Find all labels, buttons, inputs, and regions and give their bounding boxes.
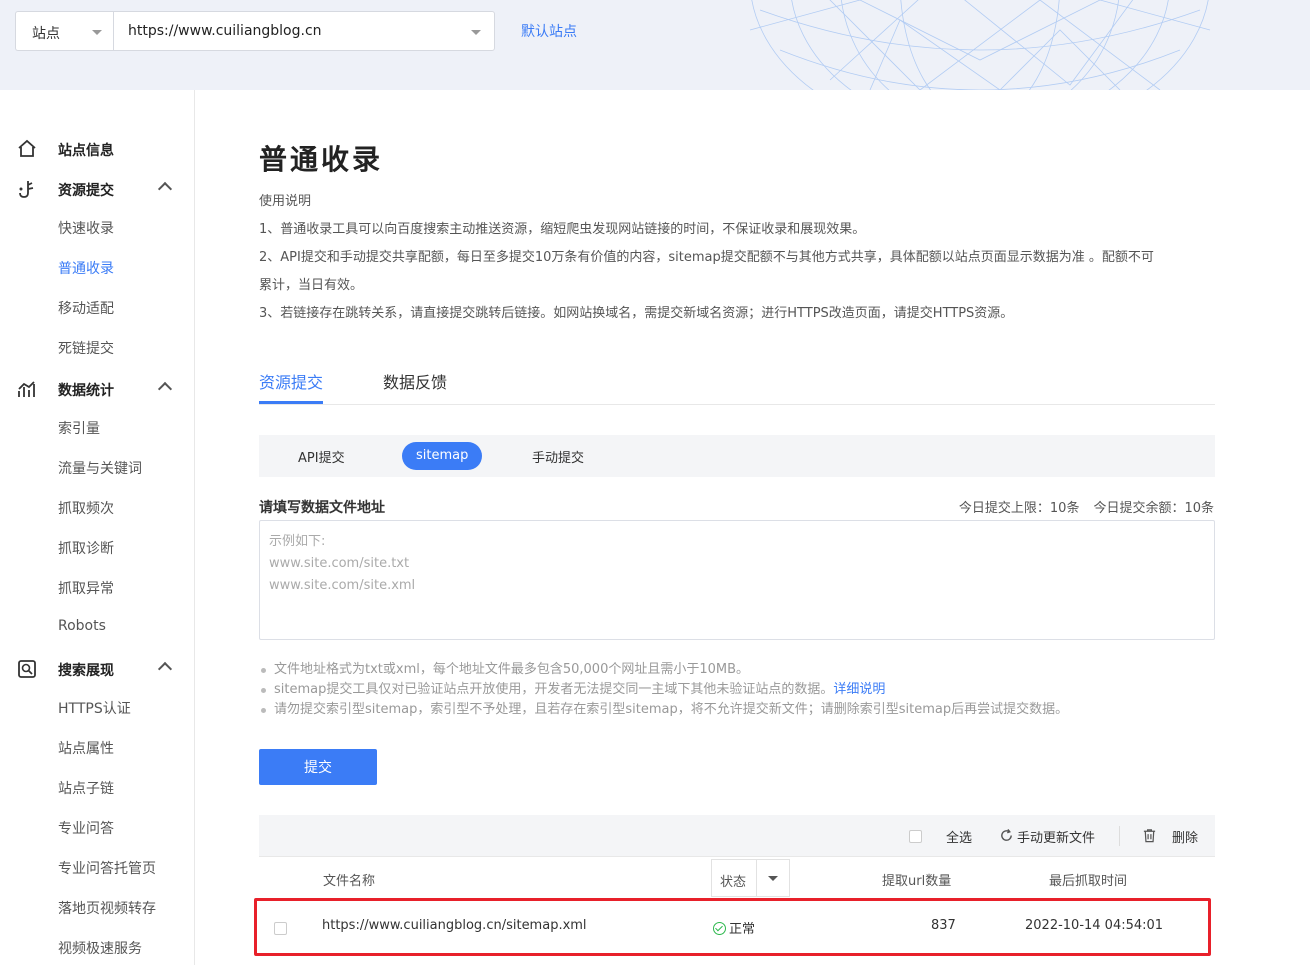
sidebar-item-normal-index[interactable]: 普通收录	[58, 258, 114, 278]
form-label: 请填写数据文件地址	[259, 500, 385, 516]
sidebar-item-landing-video[interactable]: 落地页视频转存	[58, 898, 156, 918]
home-icon	[18, 139, 36, 157]
instruction-line: 2、API提交和手动提交共享配额，每日至多提交10万条有价值的内容，sitema…	[259, 250, 1154, 265]
details-link[interactable]: 详细说明	[833, 682, 885, 697]
filter-divider	[756, 860, 757, 896]
sidebar-group-title: 搜索展现	[58, 663, 114, 679]
chart-icon	[18, 381, 35, 397]
subtab-sitemap[interactable]: sitemap	[402, 442, 483, 470]
row-status: 正常	[713, 918, 755, 937]
tip-text: 文件地址格式为txt或xml，每个地址文件最多包含50,000个网址且需小于10…	[274, 662, 750, 677]
submit-button[interactable]: 提交	[259, 749, 377, 785]
sidebar-group-resource-submit[interactable]: 资源提交	[0, 169, 195, 209]
sidebar-group-title: 数据统计	[58, 383, 114, 399]
tip-text: 请勿提交索引型sitemap，索引型不予处理，且若存在索引型sitemap，将不…	[274, 702, 1069, 717]
sidebar-item-dead-link[interactable]: 死链提交	[58, 338, 114, 358]
main-tabs: 资源提交 数据反馈	[259, 358, 1215, 405]
status-text: 正常	[729, 922, 756, 937]
sidebar-item-crawl-errors[interactable]: 抓取异常	[58, 578, 114, 598]
sidebar-item-crawl-diagnosis[interactable]: 抓取诊断	[58, 538, 114, 558]
instruction-line: 3、若链接存在跳转关系，请直接提交跳转后链接。如网站换域名，需提交新域名资源；进…	[259, 306, 1014, 321]
select-all-checkbox[interactable]	[909, 830, 922, 843]
quota-remaining: 今日提交余额：10条	[1093, 501, 1214, 516]
sidebar-item-https[interactable]: HTTPS认证	[58, 698, 131, 718]
tip-item: sitemap提交工具仅对已验证站点开放使用，开发者无法提交同一主域下其他未验证…	[259, 680, 1068, 700]
sitemap-url-input[interactable]	[259, 520, 1215, 640]
submit-method-tabs: API提交 sitemap 手动提交	[259, 435, 1215, 477]
quota-limit: 今日提交上限：10条	[958, 501, 1080, 516]
refresh-file-button[interactable]: 手动更新文件	[1017, 827, 1095, 846]
site-url-value: https://www.cuiliangblog.cn	[128, 23, 322, 39]
chevron-down-icon	[471, 30, 481, 35]
sidebar-group-site-info[interactable]: 站点信息	[0, 129, 195, 169]
toolbar-divider	[1119, 826, 1120, 846]
sidebar-item-traffic-keywords[interactable]: 流量与关键词	[58, 458, 142, 478]
sidebar-item-mobile-adapt[interactable]: 移动适配	[58, 298, 114, 318]
page-title: 普通收录	[259, 143, 384, 176]
row-checkbox[interactable]	[274, 922, 287, 935]
instruction-line: 累计，当日有效。	[259, 278, 364, 293]
tip-item: 文件地址格式为txt或xml，每个地址文件最多包含50,000个网址且需小于10…	[259, 660, 1068, 680]
delete-button[interactable]: 删除	[1172, 827, 1198, 846]
sidebar-item-pro-qa[interactable]: 专业问答	[58, 818, 114, 838]
tips-list: 文件地址格式为txt或xml，每个地址文件最多包含50,000个网址且需小于10…	[259, 660, 1068, 720]
trash-icon[interactable]	[1142, 828, 1157, 843]
column-url-count: 提取url数量	[882, 874, 952, 889]
subtab-api[interactable]: API提交	[298, 447, 345, 466]
sidebar-item-pro-qa-hosted[interactable]: 专业问答托管页	[58, 858, 156, 878]
sidebar-item-site-sublinks[interactable]: 站点子链	[58, 778, 114, 798]
tab-resource-submit[interactable]: 资源提交	[259, 369, 323, 393]
chevron-up-icon[interactable]	[157, 661, 173, 677]
sidebar-item-robots[interactable]: Robots	[58, 618, 106, 634]
instruction-line: 1、普通收录工具可以向百度搜索主动推送资源，缩短爬虫发现网站链接的时间，不保证收…	[259, 222, 866, 237]
top-bar: 站点 https://www.cuiliangblog.cn 默认站点	[0, 0, 1310, 90]
sidebar-group-statistics[interactable]: 数据统计	[0, 369, 195, 409]
instructions-heading: 使用说明	[259, 194, 312, 209]
status-filter-dropdown[interactable]: 状态	[711, 859, 790, 897]
globe-decoration-icon	[749, 0, 1211, 90]
site-type-select[interactable]: 站点	[15, 11, 113, 51]
sidebar-item-site-attributes[interactable]: 站点属性	[58, 738, 114, 758]
search-display-icon	[18, 660, 36, 678]
subtab-manual[interactable]: 手动提交	[532, 447, 584, 466]
sidebar-item-crawl-frequency[interactable]: 抓取频次	[58, 498, 114, 518]
chevron-up-icon[interactable]	[157, 381, 173, 397]
tip-text: sitemap提交工具仅对已验证站点开放使用，开发者无法提交同一主域下其他未验证…	[274, 682, 834, 697]
column-file-name: 文件名称	[323, 874, 376, 889]
select-all-label[interactable]: 全选	[946, 827, 972, 846]
refresh-icon[interactable]	[999, 828, 1014, 843]
submit-icon	[19, 181, 34, 198]
quota-info: 今日提交上限：10条 今日提交余额：10条	[945, 497, 1214, 516]
sidebar-item-index-volume[interactable]: 索引量	[58, 418, 100, 438]
table-toolbar: 全选 手动更新文件 删除	[259, 815, 1215, 857]
active-tab-indicator	[259, 401, 323, 404]
column-last-crawl: 最后抓取时间	[1049, 874, 1128, 889]
sidebar-item-quick-index[interactable]: 快速收录	[58, 218, 114, 238]
chevron-up-icon[interactable]	[157, 181, 173, 197]
tab-data-feedback[interactable]: 数据反馈	[383, 369, 447, 393]
check-circle-icon	[713, 922, 726, 935]
site-url-select[interactable]: https://www.cuiliangblog.cn	[113, 11, 495, 51]
table-header: 文件名称 状态 提取url数量 最后抓取时间	[259, 858, 1215, 898]
table-row: https://www.cuiliangblog.cn/sitemap.xml …	[259, 902, 1215, 952]
sidebar-group-title: 资源提交	[58, 183, 114, 199]
chevron-down-icon	[92, 30, 102, 35]
row-file-name: https://www.cuiliangblog.cn/sitemap.xml	[322, 918, 587, 933]
site-type-label: 站点	[32, 26, 60, 42]
chevron-down-icon[interactable]	[768, 876, 778, 881]
default-site-link[interactable]: 默认站点	[521, 21, 577, 41]
row-last-crawl: 2022-10-14 04:54:01	[1025, 918, 1164, 933]
sidebar-group-search-display[interactable]: 搜索展现	[0, 649, 195, 689]
sidebar-item-video-fast[interactable]: 视频极速服务	[58, 938, 142, 958]
column-status: 状态	[720, 875, 747, 890]
tip-item: 请勿提交索引型sitemap，索引型不予处理，且若存在索引型sitemap，将不…	[259, 700, 1068, 720]
sidebar-group-title: 站点信息	[58, 143, 114, 159]
row-url-count: 837	[931, 918, 956, 933]
